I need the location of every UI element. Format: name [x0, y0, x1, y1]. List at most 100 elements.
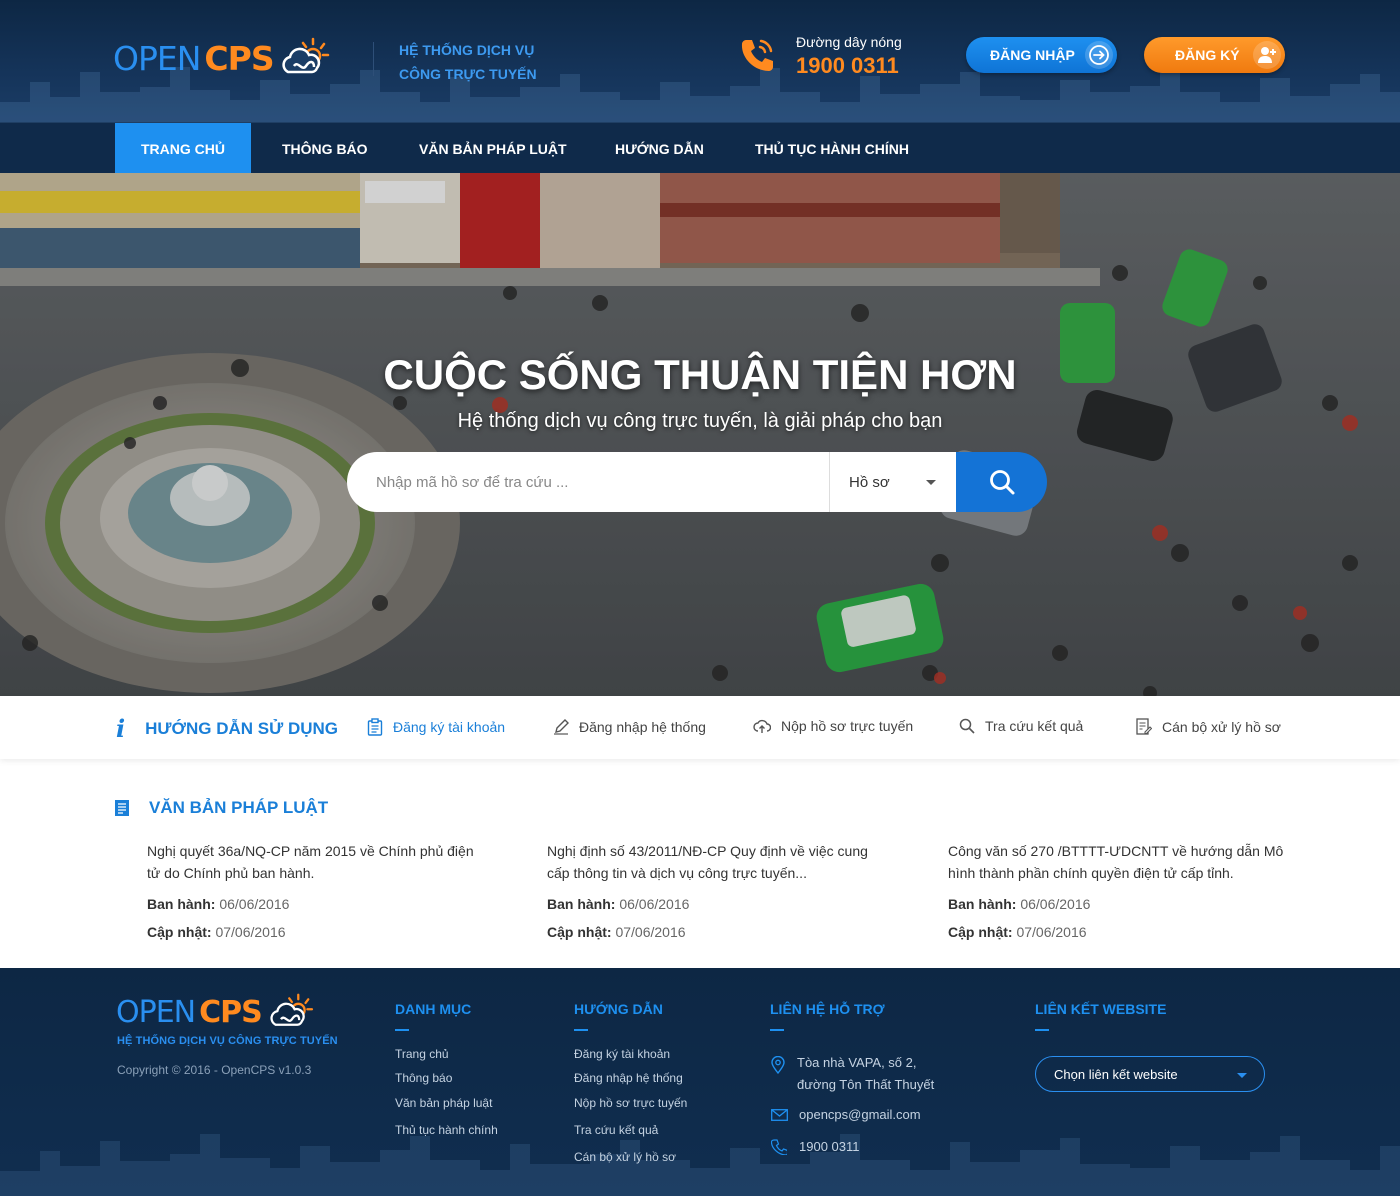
footer-tagline: HỆ THỐNG DỊCH VỤ CÔNG TRỰC TUYẾN — [117, 1035, 338, 1047]
document-icon — [115, 800, 129, 816]
footer-guides-title: HƯỚNG DẪN — [574, 1001, 663, 1031]
support-address: Tòa nhà VAPA, số 2, đường Tôn Thất Thuyế… — [797, 1052, 934, 1096]
site-footer: OPEN CPS HỆ THỐNG DỊCH VỤ CÔNG TRỰC TUYẾ… — [0, 968, 1400, 1196]
phone-icon — [771, 1139, 787, 1155]
guide-title-text: HƯỚNG DẪN SỬ DỤNG — [145, 718, 339, 738]
footer-links-title: LIÊN KẾT WEBSITE — [1035, 1001, 1167, 1031]
address-line1: Tòa nhà VAPA, số 2, — [797, 1055, 917, 1070]
legal-doc-issued: Ban hành: 06/06/2016 — [547, 890, 887, 918]
register-button[interactable]: ĐĂNG KÝ — [1144, 37, 1285, 73]
updated-label: Cập nhật: — [948, 924, 1013, 940]
search-type-value: Hồ sơ — [849, 473, 890, 491]
updated-date: 07/06/2016 — [615, 924, 686, 940]
legal-doc-card: Công văn số 270 /BTTTT-ƯDCNTT về hướng d… — [948, 840, 1288, 946]
legal-doc-issued: Ban hành: 06/06/2016 — [948, 890, 1288, 918]
nav-item-legal-documents[interactable]: VĂN BẢN PHÁP LUẬT — [419, 123, 567, 174]
issued-label: Ban hành: — [147, 896, 216, 912]
tagline-line1: HỆ THỐNG DỊCH VỤ — [399, 42, 535, 58]
login-label: ĐĂNG NHẬP — [990, 47, 1075, 63]
search-input[interactable] — [347, 452, 829, 512]
guide-item-officer[interactable]: Cán bộ xử lý hồ sơ — [1136, 718, 1281, 735]
updated-date: 07/06/2016 — [1016, 924, 1087, 940]
logo-cps-text: CPS — [199, 994, 263, 1030]
issued-label: Ban hành: — [547, 896, 616, 912]
footer-link[interactable]: Nộp hồ sơ trực tuyến — [574, 1096, 687, 1110]
guide-item-label: Đăng ký tài khoản — [393, 719, 506, 735]
hero-title: CUỘC SỐNG THUẬN TIỆN HƠN — [383, 351, 1017, 398]
footer-link[interactable]: Thông báo — [395, 1071, 452, 1085]
info-icon: i — [116, 714, 126, 743]
footer-categories-title: DANH MỤC — [395, 1001, 472, 1031]
guide-item-lookup[interactable]: Tra cứu kết quả — [959, 718, 1083, 734]
website-links-value: Chọn liên kết website — [1054, 1066, 1178, 1082]
issued-label: Ban hành: — [948, 896, 1017, 912]
footer-link[interactable]: Đăng ký tài khoản — [574, 1047, 670, 1061]
updated-label: Cập nhật: — [547, 924, 612, 940]
nav-item-home[interactable]: TRANG CHỦ — [115, 123, 251, 174]
footer-support-title: LIÊN HỆ HỖ TRỢ — [770, 1001, 885, 1031]
search-button[interactable] — [956, 452, 1047, 512]
add-user-icon — [1253, 41, 1281, 69]
divider — [373, 42, 374, 76]
search-type-select[interactable]: Hồ sơ — [829, 452, 956, 512]
footer-link[interactable]: Trang chủ — [395, 1047, 449, 1061]
legal-doc-updated: Cập nhật: 07/06/2016 — [147, 918, 487, 946]
logo-cps-text: CPS — [204, 38, 274, 78]
nav-item-notifications[interactable]: THÔNG BÁO — [282, 123, 368, 174]
issued-date: 06/06/2016 — [219, 896, 290, 912]
skyline-decoration — [0, 1134, 1400, 1196]
city-street-photo — [0, 173, 1400, 696]
guide-item-label: Nộp hồ sơ trực tuyến — [781, 718, 914, 734]
login-button[interactable]: ĐĂNG NHẬP — [966, 37, 1117, 73]
tagline-line2: CÔNG TRỰC TUYẾN — [399, 66, 537, 82]
location-pin-icon — [771, 1056, 785, 1074]
footer-link[interactable]: Cán bộ xử lý hồ sơ — [574, 1150, 676, 1164]
hero-subtitle: Hệ thống dịch vụ công trực tuyến, là giả… — [457, 410, 943, 432]
site-header: OPEN CPS HỆ THỐNG DỊCH VỤ CÔNG TRỰC TUYẾ… — [0, 0, 1400, 122]
nav-item-procedures[interactable]: THỦ TỤC HÀNH CHÍNH — [755, 123, 909, 174]
footer-link[interactable]: Văn bản pháp luật — [395, 1096, 492, 1110]
legal-doc-issued: Ban hành: 06/06/2016 — [147, 890, 487, 918]
updated-date: 07/06/2016 — [215, 924, 286, 940]
footer-link[interactable]: Tra cứu kết quả — [574, 1123, 658, 1137]
legal-doc-title[interactable]: Công văn số 270 /BTTTT-ƯDCNTT về hướng d… — [948, 840, 1288, 884]
usage-guide-bar: i HƯỚNG DẪN SỬ DỤNG Đăng ký tài khoản Đă… — [0, 696, 1400, 759]
legal-doc-card: Nghị quyết 36a/NQ-CP năm 2015 về Chính p… — [147, 840, 487, 946]
main-nav: TRANG CHỦ THÔNG BÁO VĂN BẢN PHÁP LUẬT HƯ… — [0, 122, 1400, 174]
guide-item-register[interactable]: Đăng ký tài khoản — [367, 718, 505, 736]
hero-banner: CUỘC SỐNG THUẬN TIỆN HƠN Hệ thống dịch v… — [0, 173, 1400, 696]
website-links-select[interactable]: Chọn liên kết website — [1035, 1056, 1265, 1092]
cloud-sun-icon — [281, 37, 329, 74]
cloud-upload-icon — [753, 719, 771, 733]
envelope-icon — [771, 1109, 788, 1121]
guide-title: i HƯỚNG DẪN SỬ DỤNG — [116, 714, 338, 743]
chevron-down-icon — [1237, 1073, 1247, 1078]
document-edit-icon — [1136, 718, 1152, 735]
legal-doc-title[interactable]: Nghị định số 43/2011/NĐ-CP Quy định về v… — [547, 840, 887, 884]
register-label: ĐĂNG KÝ — [1175, 47, 1240, 63]
footer-logo[interactable]: OPEN CPS — [116, 992, 314, 1032]
legal-docs-title: VĂN BẢN PHÁP LUẬT — [115, 798, 328, 818]
nav-item-guide[interactable]: HƯỚNG DẪN — [615, 123, 704, 174]
hotline-number[interactable]: 1900 0311 — [796, 53, 899, 79]
guide-item-label: Cán bộ xử lý hồ sơ — [1162, 718, 1281, 735]
site-tagline: HỆ THỐNG DỊCH VỤ CÔNG TRỰC TUYẾN — [399, 38, 537, 86]
sign-in-icon — [1085, 41, 1113, 69]
guide-item-submit[interactable]: Nộp hồ sơ trực tuyến — [753, 718, 913, 734]
updated-label: Cập nhật: — [147, 924, 212, 940]
issued-date: 06/06/2016 — [1020, 896, 1091, 912]
site-logo[interactable]: OPEN CPS — [113, 36, 330, 80]
logo-open-text: OPEN — [116, 994, 196, 1030]
footer-link[interactable]: Đăng nhập hệ thống — [574, 1071, 683, 1085]
guide-item-login[interactable]: Đăng nhập hệ thống — [553, 718, 706, 735]
search-icon — [959, 718, 975, 734]
phone-ring-icon — [741, 39, 773, 71]
legal-doc-updated: Cập nhật: 07/06/2016 — [948, 918, 1288, 946]
copyright: Copyright © 2016 - OpenCPS v1.0.3 — [117, 1063, 312, 1077]
support-email[interactable]: opencps@gmail.com — [799, 1104, 921, 1126]
hotline-label: Đường dây nóng — [796, 34, 902, 50]
legal-doc-title[interactable]: Nghị quyết 36a/NQ-CP năm 2015 về Chính p… — [147, 840, 487, 884]
footer-link[interactable]: Thủ tục hành chính — [395, 1123, 498, 1137]
legal-docs-title-text: VĂN BẢN PHÁP LUẬT — [149, 798, 329, 817]
support-phone[interactable]: 1900 0311 — [799, 1136, 860, 1158]
